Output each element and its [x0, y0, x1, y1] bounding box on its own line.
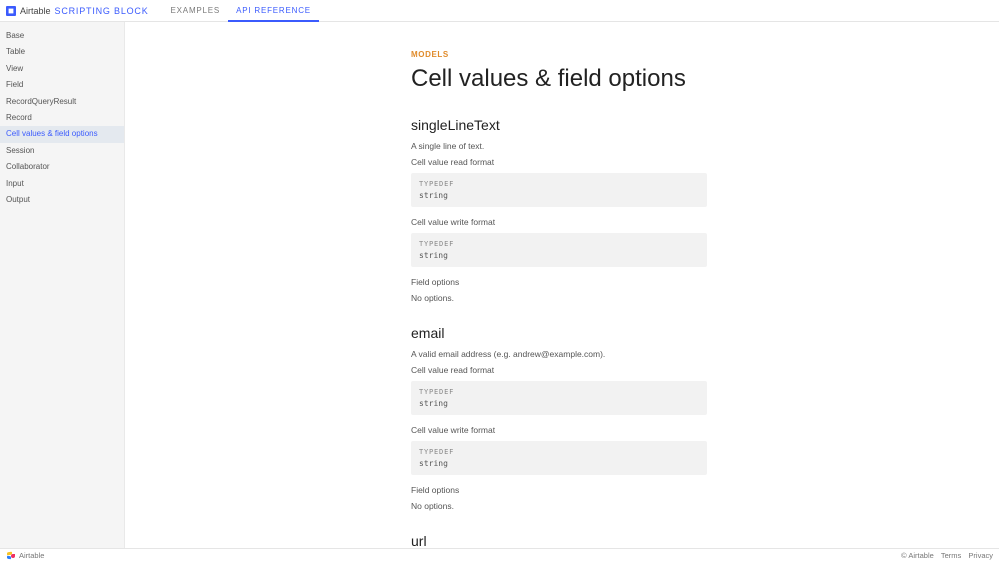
no-options-text: No options.: [411, 501, 971, 511]
sidebar: Base Table View Field RecordQueryResult …: [0, 22, 125, 548]
sidebar-item-output[interactable]: Output: [0, 192, 124, 208]
sidebar-item-view[interactable]: View: [0, 61, 124, 77]
section-desc-singlelinetext: A single line of text.: [411, 141, 971, 151]
typedef-code: string: [419, 399, 699, 408]
typedef-label: TYPEDEF: [419, 448, 699, 456]
write-format-label: Cell value write format: [411, 425, 971, 435]
typedef-code: string: [419, 191, 699, 200]
code-block: TYPEDEF string: [411, 173, 707, 207]
tab-examples[interactable]: EXAMPLES: [163, 0, 229, 22]
scripting-block-title[interactable]: SCRIPTING BLOCK: [55, 6, 149, 16]
write-format-label: Cell value write format: [411, 217, 971, 227]
brand-name: Airtable: [20, 6, 51, 16]
footer-copyright: © Airtable: [901, 551, 934, 560]
code-block: TYPEDEF string: [411, 233, 707, 267]
models-eyebrow: MODELS: [411, 50, 971, 59]
footer: Airtable © Airtable Terms Privacy: [0, 548, 999, 562]
layout: Base Table View Field RecordQueryResult …: [0, 22, 999, 548]
typedef-label: TYPEDEF: [419, 388, 699, 396]
footer-brand[interactable]: Airtable: [19, 551, 44, 560]
tab-api-reference[interactable]: API REFERENCE: [228, 0, 319, 22]
sidebar-item-record[interactable]: Record: [0, 110, 124, 126]
section-heading-url: url: [411, 533, 971, 548]
sidebar-item-base[interactable]: Base: [0, 28, 124, 44]
sidebar-item-input[interactable]: Input: [0, 176, 124, 192]
code-block: TYPEDEF string: [411, 381, 707, 415]
airtable-swirl-icon: [6, 551, 16, 561]
footer-link-privacy[interactable]: Privacy: [968, 551, 993, 560]
airtable-logo-icon: [6, 6, 16, 16]
typedef-code: string: [419, 459, 699, 468]
field-options-label: Field options: [411, 485, 971, 495]
typedef-code: string: [419, 251, 699, 260]
sidebar-item-cell-values[interactable]: Cell values & field options: [0, 126, 124, 142]
sidebar-item-field[interactable]: Field: [0, 77, 124, 93]
section-heading-email: email: [411, 325, 971, 341]
sidebar-item-session[interactable]: Session: [0, 143, 124, 159]
main-content[interactable]: MODELS Cell values & field options singl…: [125, 22, 999, 548]
no-options-text: No options.: [411, 293, 971, 303]
footer-link-terms[interactable]: Terms: [941, 551, 961, 560]
page-title: Cell values & field options: [411, 65, 971, 93]
read-format-label: Cell value read format: [411, 157, 971, 167]
read-format-label: Cell value read format: [411, 365, 971, 375]
sidebar-item-table[interactable]: Table: [0, 44, 124, 60]
topbar: Airtable SCRIPTING BLOCK EXAMPLES API RE…: [0, 0, 999, 22]
sidebar-item-recordqueryresult[interactable]: RecordQueryResult: [0, 94, 124, 110]
sidebar-item-collaborator[interactable]: Collaborator: [0, 159, 124, 175]
section-heading-singlelinetext: singleLineText: [411, 117, 971, 133]
code-block: TYPEDEF string: [411, 441, 707, 475]
section-desc-email: A valid email address (e.g. andrew@examp…: [411, 349, 971, 359]
field-options-label: Field options: [411, 277, 971, 287]
typedef-label: TYPEDEF: [419, 180, 699, 188]
typedef-label: TYPEDEF: [419, 240, 699, 248]
